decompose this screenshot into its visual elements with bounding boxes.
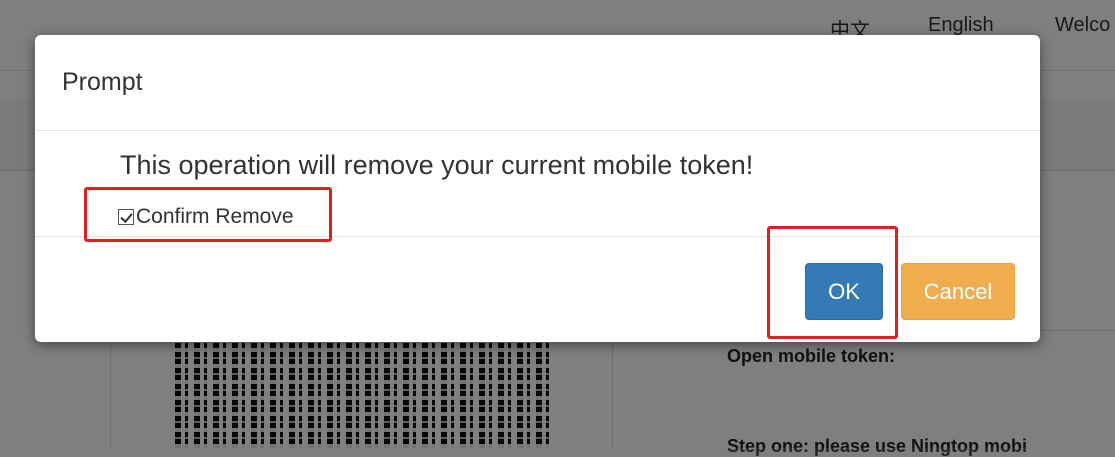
annotation-ok-highlight (767, 226, 898, 339)
warning-message: This operation will remove your current … (120, 150, 754, 180)
annotation-confirm-highlight (84, 187, 332, 242)
dialog-title: Prompt (62, 68, 143, 96)
cancel-button[interactable]: Cancel (901, 263, 1015, 320)
dialog-header: Prompt (35, 35, 1040, 131)
